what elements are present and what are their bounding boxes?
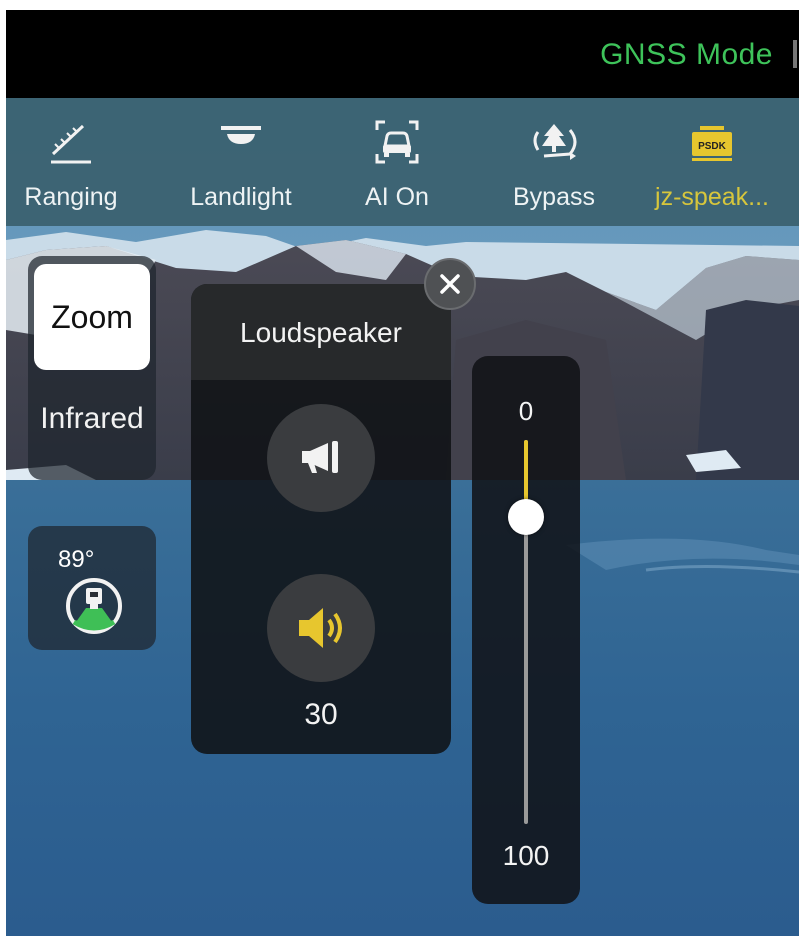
loudspeaker-panel: Loudspeaker 30 <box>191 284 451 754</box>
toolbar-item-label: AI On <box>365 183 429 211</box>
toolbar-item-label: Landlight <box>190 183 292 211</box>
loudspeaker-header: Loudspeaker <box>191 284 451 380</box>
volume-slider-track[interactable] <box>508 440 544 824</box>
close-icon <box>440 274 460 294</box>
slider-max-label: 100 <box>502 840 550 871</box>
toolbar-item-ai[interactable]: AI On <box>352 98 442 226</box>
landlight-icon <box>221 126 261 144</box>
toolbar-item-label: Bypass <box>513 183 595 211</box>
toolbar-item-landlight[interactable]: Landlight <box>178 98 304 226</box>
loudspeaker-title: Loudspeaker <box>240 317 402 348</box>
gnss-mode-indicator: GNSS Mode <box>600 38 773 71</box>
toolbar-item-ranging[interactable]: Ranging <box>6 98 136 226</box>
bypass-tree-icon <box>533 124 577 160</box>
status-bar: GNSS Mode <box>6 10 799 98</box>
toolbar-item-psdk[interactable]: PSDK jz-speak... <box>632 98 792 226</box>
camera-view: GNSS Mode Ranging Landlight AI On Bypass… <box>6 10 799 936</box>
volume-speaker-icon <box>299 608 342 648</box>
lens-switch-panel: Zoom Infrared <box>28 256 156 480</box>
gimbal-panel[interactable]: 89° <box>28 526 156 650</box>
slider-min-label: 0 <box>518 396 534 426</box>
infrared-lens-button[interactable]: Infrared <box>28 402 156 436</box>
psdk-icon: PSDK <box>692 126 732 161</box>
volume-slider-thumb[interactable] <box>508 499 544 535</box>
zoom-lens-button[interactable]: Zoom <box>34 264 150 370</box>
toolbar-item-label: Ranging <box>24 183 118 211</box>
ai-car-detect-icon <box>375 120 419 164</box>
close-button[interactable] <box>424 258 476 310</box>
megaphone-button[interactable] <box>267 404 375 512</box>
toolbar-item-bypass[interactable]: Bypass <box>502 98 606 226</box>
volume-slider-panel: 0 100 <box>472 356 580 904</box>
megaphone-icon <box>302 441 338 473</box>
gimbal-attitude-icon <box>66 578 122 634</box>
ruler-icon <box>51 124 91 164</box>
volume-button[interactable] <box>267 574 375 682</box>
volume-value: 30 <box>304 698 338 731</box>
toolbar-item-label: jz-speak... <box>655 183 769 211</box>
status-divider <box>793 40 797 68</box>
gimbal-angle-value: 89° <box>58 546 95 573</box>
toolbar: Ranging Landlight AI On Bypass PSDK jz-s… <box>6 98 799 226</box>
psdk-badge-text: PSDK <box>698 141 727 152</box>
